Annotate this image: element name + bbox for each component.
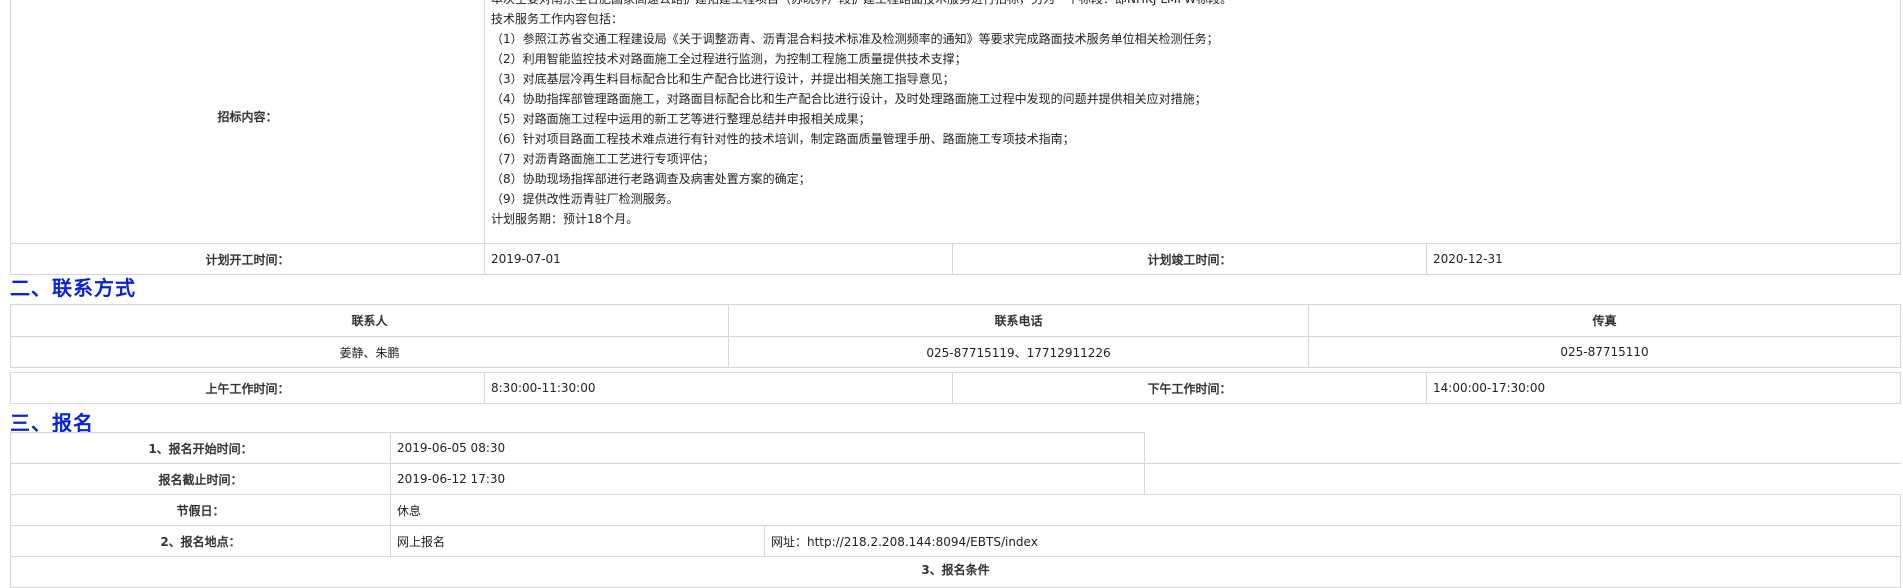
signup-start-label: 1、报名开始时间： <box>10 432 391 464</box>
contact-header: 传真 <box>1308 304 1901 337</box>
bid-content-line: （9）提供改性沥青驻厂检测服务。 <box>491 192 679 206</box>
bid-content-line: 计划服务期：预计18个月。 <box>491 212 639 226</box>
bid-content-line: （4）协助指挥部管理路面施工，对路面目标配合比和生产配合比进行设计，及时处理路面… <box>491 92 1207 106</box>
plan-end-value: 2020-12-31 <box>1426 243 1901 275</box>
bid-content-line: （5）对路面施工过程中运用的新工艺等进行整理总结并申报相关成果； <box>491 112 871 126</box>
blank-cell <box>1144 463 1901 495</box>
bid-content-line: （6）针对项目路面工程技术难点进行有针对性的技术培训，制定路面质量管理手册、路面… <box>491 132 1075 146</box>
bid-content-table: 招标内容： 本次主要对南京至合肥国家高速公路扩建拓建工程项目（苏皖界）段扩建工程… <box>10 0 1901 275</box>
signup-end-value: 2019-06-12 17:30 <box>389 463 1146 495</box>
contact-person: 姜静、朱鹏 <box>10 336 729 368</box>
bid-content-line: 技术服务工作内容包括： <box>491 12 624 26</box>
signup-start-value: 2019-06-05 08:30 <box>389 432 1146 464</box>
signup-place-value: 网上报名 <box>390 525 765 557</box>
contact-fax: 025-87715110 <box>1308 336 1901 368</box>
signup-table: 1、报名开始时间： 2019-06-05 08:30 报名截止时间： 2019-… <box>9 432 1902 588</box>
bid-content-line: （8）协助现场指挥部进行老路调查及病害处置方案的确定； <box>491 172 811 186</box>
pm-hours-value: 14:00:00-17:30:00 <box>1426 372 1901 404</box>
plan-end-label: 计划竣工时间： <box>952 243 1427 275</box>
am-hours-label: 上午工作时间： <box>10 372 485 404</box>
holiday-value: 休息 <box>389 494 1902 526</box>
bid-content-line: （2）利用智能监控技术对路面施工全过程进行监测，为控制工程施工质量提供技术支撑； <box>491 52 967 66</box>
bid-content-label: 招标内容： <box>10 0 485 244</box>
contact-table: 联系人 联系电话 传真 姜静、朱鹏 025-87715119、177129112… <box>10 304 1901 368</box>
section-title-contact: 二、联系方式 <box>10 276 136 300</box>
signup-end-label: 报名截止时间： <box>10 463 391 495</box>
signup-conditions-label: 3、报名条件 <box>9 556 1902 588</box>
bid-content-line: （1）参照江苏省交通工程建设局《关于调整沥青、沥青混合料技术标准及检测频率的通知… <box>491 32 1219 46</box>
bid-content-line: （3）对底基层冷再生料目标配合比和生产配合比进行设计，并提出相关施工指导意见； <box>491 72 955 86</box>
work-hours-table: 上午工作时间： 8:30:00-11:30:00 下午工作时间： 14:00:0… <box>10 372 1901 404</box>
blank-cell <box>1145 433 1901 464</box>
signup-url-link[interactable]: 网址：http://218.2.208.144:8094/EBTS/index <box>763 525 1902 557</box>
pm-hours-label: 下午工作时间： <box>952 372 1427 404</box>
contact-header: 联系人 <box>10 304 729 337</box>
bid-content-line: （7）对沥青路面施工工艺进行专项评估； <box>491 152 715 166</box>
bid-content-line: 本次主要对南京至合肥国家高速公路扩建拓建工程项目（苏皖界）段扩建工程路面技术服务… <box>491 0 1894 9</box>
bid-content-body: 本次主要对南京至合肥国家高速公路扩建拓建工程项目（苏皖界）段扩建工程路面技术服务… <box>484 0 1901 244</box>
contact-header: 联系电话 <box>728 304 1309 337</box>
signup-place-label: 2、报名地点： <box>10 525 391 557</box>
contact-phone: 025-87715119、17712911226 <box>728 336 1309 368</box>
am-hours-value: 8:30:00-11:30:00 <box>484 372 953 404</box>
plan-start-label: 计划开工时间： <box>10 243 485 275</box>
plan-start-value: 2019-07-01 <box>484 243 953 275</box>
holiday-label: 节假日： <box>10 494 391 526</box>
